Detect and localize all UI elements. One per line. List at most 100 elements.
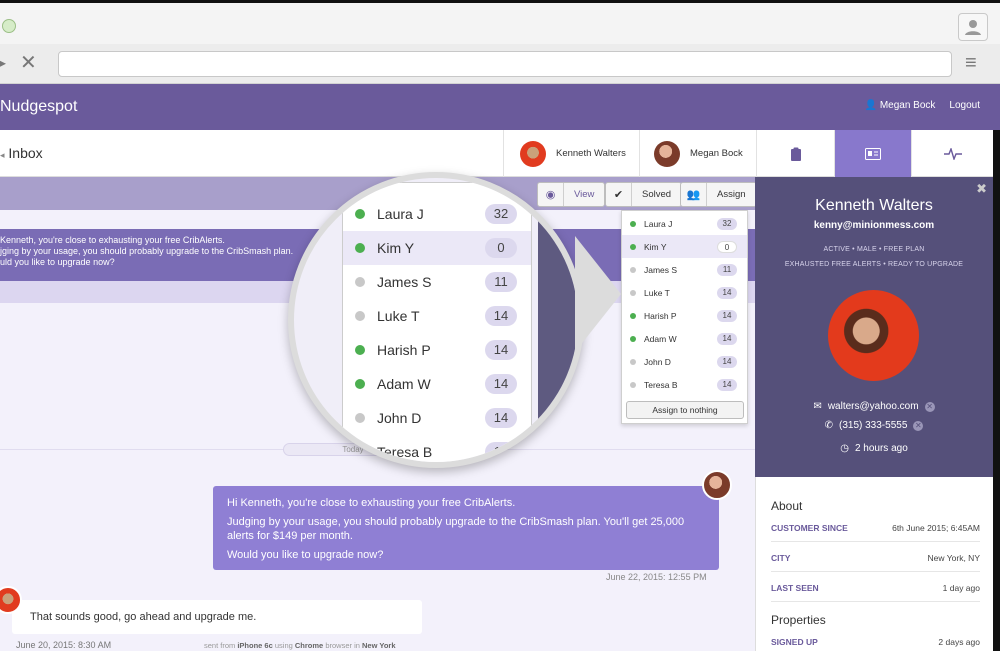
- assignee-name: Teresa B: [377, 444, 433, 460]
- back-caret-icon[interactable]: ◂: [0, 150, 5, 160]
- window-control-dot[interactable]: [2, 19, 16, 33]
- status-dot: [630, 289, 636, 296]
- browser-profile-button[interactable]: [958, 13, 988, 41]
- browser-toolbar: ▸ ✕ ≡: [0, 44, 1000, 84]
- mail-icon: ✉: [813, 401, 822, 412]
- status-dot: [630, 243, 636, 250]
- status-dot: [630, 335, 636, 342]
- about-key: LAST SEEN: [771, 582, 819, 593]
- tab-activity[interactable]: [911, 130, 993, 177]
- status-dot: [355, 243, 365, 253]
- assignee-option[interactable]: James S 11: [622, 258, 747, 281]
- assignee-option[interactable]: Adam W 14: [622, 327, 747, 350]
- last-active-row: ◷ 2 hours ago: [755, 443, 993, 454]
- id-card-icon: [865, 147, 881, 160]
- assignee-count: 14: [485, 408, 517, 428]
- browser-titlebar: [0, 0, 1000, 44]
- assign-label: Assign: [717, 189, 746, 200]
- assignee-name: Kim Y: [377, 240, 415, 256]
- tab-megan-bock[interactable]: Megan Bock: [639, 130, 756, 177]
- contact-phone-row: ✆ (315) 333-5555 ✕: [755, 420, 993, 431]
- assignee-name: Adam W: [377, 376, 431, 392]
- assign-to-nothing-button[interactable]: Assign to nothing: [626, 401, 744, 419]
- remove-icon[interactable]: ✕: [924, 401, 935, 412]
- property-value: 2 days ago: [938, 636, 980, 647]
- message-timestamp: June 22, 2015: 12:55 PM: [606, 572, 707, 582]
- magnified-assignee-option: James S 11: [343, 265, 531, 299]
- customer-profile: ✖ Kenneth Walters kenny@minionmess.com A…: [755, 177, 993, 477]
- tab-profile[interactable]: [834, 130, 911, 177]
- user-icon: 👤: [864, 100, 878, 111]
- assignee-name: Luke T: [644, 287, 670, 298]
- user-menu[interactable]: 👤 Megan Bock: [865, 100, 936, 111]
- message-text: Judging by your usage, you should probab…: [227, 516, 685, 542]
- message-text: That sounds good, go ahead and upgrade m…: [30, 611, 257, 623]
- assignee-name: Kim Y: [644, 241, 667, 252]
- solved-label: Solved: [642, 189, 672, 200]
- close-icon[interactable]: ✖: [976, 181, 987, 197]
- tab-notes[interactable]: [756, 130, 834, 177]
- brand-logo[interactable]: Nudgespot: [0, 98, 77, 116]
- assignee-count: 0: [717, 240, 737, 253]
- assignee-name: James S: [377, 274, 432, 290]
- assignee-count: 0: [485, 238, 517, 258]
- magnified-assignee-option: Kim Y 0: [343, 231, 531, 265]
- assignee-count: 14: [485, 374, 517, 394]
- stop-icon[interactable]: ✕: [20, 52, 37, 74]
- assignee-count: 14: [717, 309, 737, 322]
- assignee-name: Teresa B: [644, 379, 678, 390]
- customer-photo: [828, 290, 919, 381]
- customer-tags: ACTIVE • MALE • FREE PLAN: [823, 246, 925, 253]
- check-icon: ✔: [606, 183, 632, 206]
- remove-icon[interactable]: ✕: [913, 420, 924, 431]
- tab-kenneth-walters[interactable]: Kenneth Walters: [503, 130, 639, 177]
- forward-icon[interactable]: ▸: [0, 52, 6, 74]
- assignee-option[interactable]: Kim Y 0: [622, 235, 747, 258]
- users-icon: 👥: [681, 183, 707, 206]
- magnified-assignee-option: Adam W 14: [343, 367, 531, 401]
- status-dot: [630, 358, 636, 365]
- status-dot: [630, 266, 636, 273]
- message-timestamp: June 20, 2015: 8:30 AM: [16, 640, 112, 650]
- assignee-count: 14: [485, 306, 517, 326]
- assignee-option[interactable]: Laura J 32: [622, 212, 747, 235]
- assignee-count: 14: [717, 286, 737, 299]
- status-dot: [630, 220, 636, 227]
- magnified-assignee-option: John D 14: [343, 401, 531, 435]
- contact-email[interactable]: walters@yahoo.com: [828, 401, 919, 412]
- assignee-name: James S: [644, 264, 678, 275]
- assignee-option[interactable]: John D 14: [622, 350, 747, 373]
- magnified-assign-list: Laura J 32 Kim Y 0 James S 11 Luke T 14 Harish P…: [342, 182, 532, 462]
- conversation-tabs: ◂ Inbox Kenneth Walters Megan Bock: [0, 130, 1000, 177]
- status-dot: [630, 312, 636, 319]
- section-title: About: [771, 499, 803, 513]
- status-dot: [355, 413, 365, 423]
- assignee-name: Harish P: [377, 342, 431, 358]
- logout-link[interactable]: Logout: [949, 100, 980, 111]
- assign-button[interactable]: 👥 Assign: [680, 182, 757, 207]
- assignee-count: 14: [717, 378, 737, 391]
- magnified-assignee-option: Laura J 32: [343, 197, 531, 231]
- assignee-option[interactable]: Teresa B 14: [622, 373, 747, 396]
- user-name: Megan Bock: [879, 100, 936, 111]
- status-dot: [355, 209, 365, 219]
- assignee-count: 14: [717, 355, 737, 368]
- window-edge: [993, 130, 1000, 651]
- solved-button[interactable]: ✔ Solved: [605, 182, 683, 207]
- status-dot: [355, 379, 365, 389]
- about-value: New York, NY: [927, 552, 980, 563]
- assignee-count: 32: [485, 204, 517, 224]
- assignee-count: 11: [485, 272, 517, 292]
- magnified-assignee-option: Harish P 14: [343, 333, 531, 367]
- about-row: CUSTOMER SINCE 6th June 2015; 6:45AM: [771, 514, 980, 542]
- assignee-option[interactable]: Luke T 14: [622, 281, 747, 304]
- about-value: 6th June 2015; 6:45AM: [892, 522, 980, 533]
- status-dot: [355, 447, 365, 457]
- page-title: ◂ Inbox: [0, 145, 43, 161]
- customer-email: kenny@minionmess.com: [813, 220, 935, 231]
- status-dot: [355, 277, 365, 287]
- contact-phone[interactable]: (315) 333-5555: [839, 420, 907, 431]
- menu-icon[interactable]: ≡: [965, 52, 977, 74]
- assignee-option[interactable]: Harish P 14: [622, 304, 747, 327]
- address-bar[interactable]: [58, 51, 952, 77]
